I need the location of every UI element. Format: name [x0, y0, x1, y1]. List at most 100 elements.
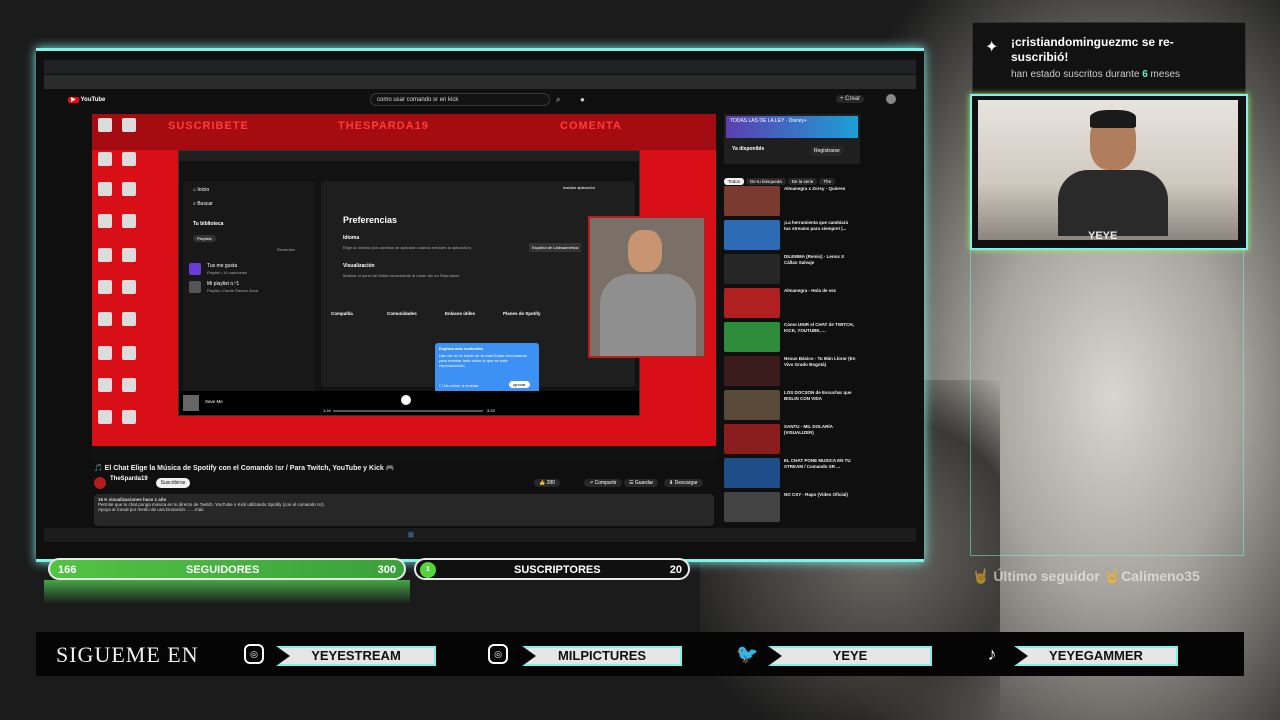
- sparkle-icon: ✦: [985, 39, 999, 56]
- social-handle: MILPICTURES: [522, 646, 682, 666]
- desktop-icon[interactable]: [98, 312, 112, 326]
- recommendation-title[interactable]: SANTU - MIL DOLARÍA (VISUALIZER): [784, 424, 856, 435]
- video-thumbnail[interactable]: [724, 390, 780, 420]
- video-thumbnail[interactable]: [724, 254, 780, 284]
- nav-search[interactable]: ⌕ Buscar: [193, 201, 213, 207]
- desktop-icon[interactable]: [98, 182, 112, 196]
- recommendation-item[interactable]: NO CSY - Rapo (Video Oficial): [724, 492, 860, 524]
- desktop-icon[interactable]: [122, 410, 136, 424]
- popup-dismiss-checkbox[interactable]: ☐ No volver a mostrar: [439, 383, 479, 388]
- time-total: 3:23: [487, 408, 495, 413]
- recommendation-title[interactable]: Almanegra - Hola de vez: [784, 288, 856, 294]
- video-thumbnail[interactable]: [724, 220, 780, 250]
- video-description[interactable]: 16 K visualizaciones hace 1 año Permite …: [94, 494, 714, 526]
- recommendation-item[interactable]: Almanegra - Hola de vez: [724, 288, 860, 320]
- desktop-icon[interactable]: [122, 182, 136, 196]
- youtube-logo[interactable]: ▶ YouTube: [68, 96, 105, 103]
- video-thumbnail[interactable]: [724, 186, 780, 216]
- chip[interactable]: Todos: [724, 178, 745, 185]
- desktop-icon[interactable]: [122, 312, 136, 326]
- desktop-icon[interactable]: [122, 118, 136, 132]
- nav-home[interactable]: ⌂ Inicio: [193, 187, 209, 193]
- desktop-icon[interactable]: [98, 118, 112, 132]
- recommendation-item[interactable]: ¡La herramienta que cambiará tus streams…: [724, 220, 860, 252]
- recommendation-title[interactable]: EL CHAT PONE MUSICA EN TU STREAM / Coman…: [784, 458, 856, 469]
- recommendation-title[interactable]: LOS DOCSON de Escuchar que BISLIN CON VI…: [784, 390, 856, 401]
- recommendation-item[interactable]: Nexus Bási­co - Tu Mán Llorar (En Vivo G…: [724, 356, 860, 388]
- microphone-icon[interactable]: ●: [580, 95, 585, 104]
- liked-songs-item[interactable]: Tus me gusta: [207, 263, 237, 269]
- recommendation-title[interactable]: Como UNIR el CHAT de TWITCH, KICK, YOUTU…: [784, 322, 856, 333]
- desktop-icon[interactable]: [122, 214, 136, 228]
- desktop-icon[interactable]: [122, 378, 136, 392]
- video-thumbnail[interactable]: [724, 424, 780, 454]
- social-handle: YEYE: [768, 646, 932, 666]
- language-select[interactable]: Español de Latinoamérica: [529, 243, 582, 252]
- play-pause-button[interactable]: [401, 395, 411, 405]
- facecam-label: YEYE: [1088, 230, 1118, 242]
- sort-recent[interactable]: Recientes: [277, 247, 295, 252]
- subscribe-button[interactable]: Suscribirse: [156, 478, 190, 488]
- avatar[interactable]: [886, 94, 896, 104]
- recommendation-title[interactable]: DILEMMA (Remix) · Lenox X Cállan Salvaje: [784, 254, 856, 265]
- install-app-link[interactable]: Instalar aplicación: [563, 185, 595, 190]
- video-thumbnail[interactable]: [724, 322, 780, 352]
- like-button[interactable]: 👍 280: [534, 479, 560, 487]
- playlist-item[interactable]: Mi playlist n.º1: [207, 281, 239, 287]
- desktop-icon[interactable]: [122, 346, 136, 360]
- recommendation-title[interactable]: Almanegra x Zorsy - Quieres: [784, 186, 856, 192]
- video-thumbnail[interactable]: [724, 492, 780, 522]
- popup-ignore-button[interactable]: Ignorar: [509, 381, 530, 388]
- channel-avatar[interactable]: [94, 477, 106, 489]
- chip[interactable]: De la serie: [787, 178, 818, 185]
- youtube-search-input[interactable]: como usar comando sr en kick: [370, 93, 550, 106]
- video-title: 🎵 El Chat Elige la Música de Spotify con…: [94, 465, 395, 472]
- alert-title: ¡cristiandominguezmc se re-suscribió!: [1011, 35, 1174, 64]
- recommendation-title[interactable]: ¡La herramienta que cambiará tus streams…: [784, 220, 856, 231]
- browser-address-bar[interactable]: [44, 75, 916, 89]
- save-button[interactable]: ☰ Guardar: [624, 479, 659, 487]
- explore-popup: Explora más contenido Haz clic en el bot…: [435, 343, 539, 393]
- banner-text: COMENTA: [560, 120, 622, 132]
- recommendation-item[interactable]: DILEMMA (Remix) · Lenox X Cállan Salvaje: [724, 254, 860, 286]
- library-header[interactable]: Tu biblioteca: [193, 221, 223, 227]
- video-thumbnail[interactable]: [724, 356, 780, 386]
- desktop-icon[interactable]: [98, 214, 112, 228]
- now-playing-title[interactable]: Save Me: [205, 399, 223, 404]
- display-heading: Visualización: [343, 263, 375, 269]
- video-thumbnail[interactable]: [724, 458, 780, 488]
- desktop-icon[interactable]: [98, 280, 112, 294]
- desktop-icon[interactable]: [122, 280, 136, 294]
- playlists-chip[interactable]: Playlists: [193, 235, 216, 242]
- recommendation-item[interactable]: LOS DOCSON de Escuchar que BISLIN CON VI…: [724, 390, 860, 422]
- chip[interactable]: De tu búsqueda: [746, 178, 786, 185]
- desktop-icon[interactable]: [98, 152, 112, 166]
- desktop-icon[interactable]: [98, 410, 112, 424]
- channel-name[interactable]: TheSparda19: [110, 476, 148, 482]
- recommendation-title[interactable]: NO CSY - Rapo (Video Oficial): [784, 492, 856, 498]
- subscription-alert: ✦ ¡cristiandominguezmc se re-suscribió! …: [972, 22, 1246, 94]
- create-button[interactable]: + Crear: [836, 95, 865, 103]
- recommendation-item[interactable]: SANTU - MIL DOLARÍA (VISUALIZER): [724, 424, 860, 456]
- ad-card[interactable]: TODAS LAS DE LA LEY · Disney+ Ya disponi…: [724, 114, 860, 164]
- recommendation-title[interactable]: Nexus Bási­co - Tu Mán Llorar (En Vivo G…: [784, 356, 856, 367]
- desktop-icon[interactable]: [122, 152, 136, 166]
- recommendation-item[interactable]: Almanegra x Zorsy - Quieres: [724, 186, 860, 218]
- playlist-cover: [189, 281, 201, 293]
- recommendation-item[interactable]: EL CHAT PONE MUSICA EN TU STREAM / Coman…: [724, 458, 860, 490]
- download-button[interactable]: ⬇ Descargar: [664, 479, 703, 487]
- desktop-icon[interactable]: [98, 378, 112, 392]
- share-button[interactable]: ↗ Compartir: [584, 479, 622, 487]
- time-current: 1:24: [323, 408, 331, 413]
- followers-target: 300: [377, 564, 396, 576]
- desktop-icon[interactable]: [98, 248, 112, 262]
- chip[interactable]: The: [819, 178, 836, 185]
- desktop-icon[interactable]: [122, 248, 136, 262]
- seek-bar[interactable]: [333, 410, 483, 412]
- ad-button[interactable]: Regístrarse: [810, 146, 844, 156]
- desktop-icon[interactable]: [98, 346, 112, 360]
- windows-start-icon[interactable]: ⊞: [408, 531, 414, 539]
- recommendation-item[interactable]: Como UNIR el CHAT de TWITCH, KICK, YOUTU…: [724, 322, 860, 354]
- video-thumbnail[interactable]: [724, 288, 780, 318]
- search-icon[interactable]: ⌕: [556, 95, 560, 105]
